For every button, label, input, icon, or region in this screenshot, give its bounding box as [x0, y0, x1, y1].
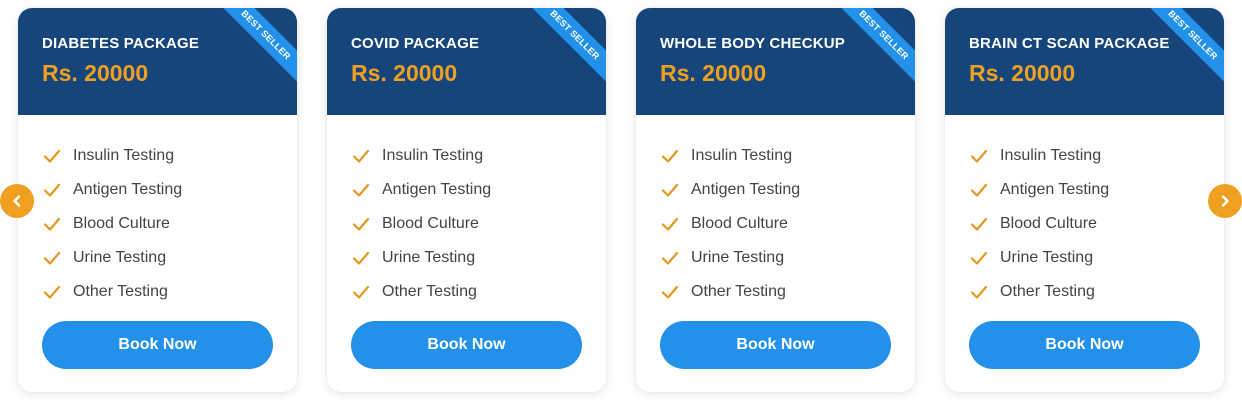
- check-icon: [352, 183, 370, 197]
- check-icon: [43, 183, 61, 197]
- check-icon: [352, 217, 370, 231]
- package-price: Rs. 20000: [42, 60, 149, 86]
- feature-label: Insulin Testing: [1000, 147, 1102, 164]
- feature-item: Insulin Testing: [660, 139, 915, 173]
- check-icon: [970, 149, 988, 163]
- feature-item: Other Testing: [660, 275, 915, 309]
- check-icon: [970, 285, 988, 299]
- check-icon: [661, 251, 679, 265]
- feature-item: Urine Testing: [351, 241, 606, 275]
- feature-label: Antigen Testing: [73, 181, 183, 198]
- book-now-button[interactable]: Book Now: [969, 321, 1200, 369]
- feature-label: Blood Culture: [73, 215, 170, 232]
- feature-label: Antigen Testing: [382, 181, 492, 198]
- feature-list: Insulin Testing Antigen Testing Blood Cu…: [327, 115, 606, 309]
- book-now-button[interactable]: Book Now: [42, 321, 273, 369]
- card-header: WHOLE BODY CHECKUP Rs. 20000 BEST SELLER: [636, 8, 915, 115]
- carousel-next-button[interactable]: [1208, 184, 1242, 218]
- check-icon: [661, 183, 679, 197]
- check-icon: [352, 285, 370, 299]
- package-card: COVID PACKAGE Rs. 20000 BEST SELLER Insu…: [327, 8, 606, 392]
- package-price: Rs. 20000: [660, 60, 767, 86]
- feature-list: Insulin Testing Antigen Testing Blood Cu…: [945, 115, 1224, 309]
- package-title: DIABETES PACKAGE: [42, 35, 200, 52]
- check-icon: [43, 285, 61, 299]
- book-now-button[interactable]: Book Now: [351, 321, 582, 369]
- feature-item: Antigen Testing: [660, 173, 915, 207]
- package-price: Rs. 20000: [351, 60, 458, 86]
- feature-item: Other Testing: [42, 275, 297, 309]
- card-header: BRAIN CT SCAN PACKAGE Rs. 20000 BEST SEL…: [945, 8, 1224, 115]
- package-title: COVID PACKAGE: [351, 35, 480, 52]
- book-now-button[interactable]: Book Now: [660, 321, 891, 369]
- check-icon: [43, 251, 61, 265]
- feature-item: Urine Testing: [969, 241, 1224, 275]
- feature-item: Blood Culture: [969, 207, 1224, 241]
- chevron-left-icon: [13, 195, 21, 207]
- feature-item: Urine Testing: [660, 241, 915, 275]
- feature-label: Antigen Testing: [691, 181, 801, 198]
- feature-label: Blood Culture: [691, 215, 788, 232]
- feature-label: Urine Testing: [73, 249, 167, 266]
- package-carousel: DIABETES PACKAGE Rs. 20000 BEST SELLER I…: [0, 0, 1242, 401]
- feature-item: Insulin Testing: [351, 139, 606, 173]
- check-icon: [970, 251, 988, 265]
- check-icon: [661, 149, 679, 163]
- check-icon: [352, 149, 370, 163]
- feature-label: Other Testing: [691, 283, 786, 300]
- feature-label: Blood Culture: [1000, 215, 1097, 232]
- feature-item: Antigen Testing: [42, 173, 297, 207]
- feature-list: Insulin Testing Antigen Testing Blood Cu…: [636, 115, 915, 309]
- feature-label: Urine Testing: [1000, 249, 1094, 266]
- check-icon: [43, 149, 61, 163]
- feature-item: Other Testing: [969, 275, 1224, 309]
- card-header: DIABETES PACKAGE Rs. 20000 BEST SELLER: [18, 8, 297, 115]
- feature-list: Insulin Testing Antigen Testing Blood Cu…: [18, 115, 297, 309]
- feature-label: Insulin Testing: [382, 147, 484, 164]
- feature-item: Insulin Testing: [42, 139, 297, 173]
- chevron-right-icon: [1221, 195, 1229, 207]
- feature-item: Insulin Testing: [969, 139, 1224, 173]
- feature-item: Antigen Testing: [969, 173, 1224, 207]
- package-title: WHOLE BODY CHECKUP: [660, 35, 845, 52]
- check-icon: [970, 183, 988, 197]
- check-icon: [661, 285, 679, 299]
- feature-item: Blood Culture: [42, 207, 297, 241]
- check-icon: [43, 217, 61, 231]
- feature-label: Other Testing: [382, 283, 477, 300]
- check-icon: [970, 217, 988, 231]
- check-icon: [661, 217, 679, 231]
- feature-item: Blood Culture: [351, 207, 606, 241]
- feature-item: Blood Culture: [660, 207, 915, 241]
- carousel-prev-button[interactable]: [0, 184, 34, 218]
- feature-item: Other Testing: [351, 275, 606, 309]
- package-price: Rs. 20000: [969, 60, 1076, 86]
- package-card: BRAIN CT SCAN PACKAGE Rs. 20000 BEST SEL…: [945, 8, 1224, 392]
- feature-label: Urine Testing: [382, 249, 476, 266]
- package-card: WHOLE BODY CHECKUP Rs. 20000 BEST SELLER…: [636, 8, 915, 392]
- card-header: COVID PACKAGE Rs. 20000 BEST SELLER: [327, 8, 606, 115]
- feature-label: Other Testing: [73, 283, 168, 300]
- feature-label: Insulin Testing: [73, 147, 175, 164]
- check-icon: [352, 251, 370, 265]
- package-title: BRAIN CT SCAN PACKAGE: [969, 35, 1170, 52]
- feature-label: Other Testing: [1000, 283, 1095, 300]
- feature-label: Blood Culture: [382, 215, 479, 232]
- feature-item: Urine Testing: [42, 241, 297, 275]
- feature-item: Antigen Testing: [351, 173, 606, 207]
- feature-label: Antigen Testing: [1000, 181, 1110, 198]
- feature-label: Insulin Testing: [691, 147, 793, 164]
- package-card: DIABETES PACKAGE Rs. 20000 BEST SELLER I…: [18, 8, 297, 392]
- feature-label: Urine Testing: [691, 249, 785, 266]
